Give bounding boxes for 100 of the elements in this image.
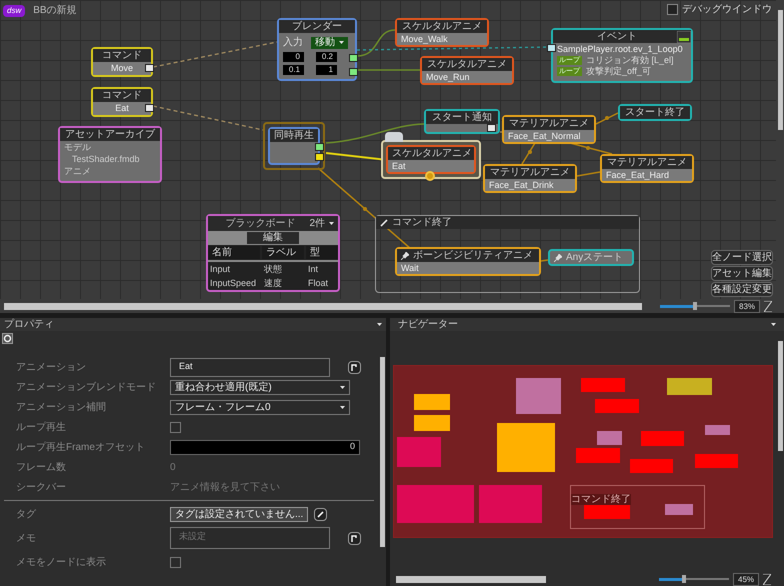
app-logo: dsw [3, 4, 26, 16]
caret-icon[interactable] [377, 323, 382, 326]
animation-node[interactable]: スケルタルアニメ Move_Walk [395, 18, 489, 47]
pencil-icon [380, 218, 388, 226]
edit-button[interactable]: 編集 [247, 232, 299, 244]
property-label: シークバー [15, 480, 67, 494]
pick-button[interactable] [348, 360, 361, 374]
fit-view-icon[interactable] [763, 574, 772, 584]
input-dropdown[interactable]: 移動 [311, 36, 348, 48]
node-title: マテリアルアニメ [602, 156, 692, 169]
value-field[interactable]: 1 [316, 65, 337, 75]
node-title: Anyステート [566, 251, 624, 264]
port-icon[interactable] [145, 104, 154, 112]
node-text: アニメ [63, 165, 92, 177]
dropdown[interactable]: 重ね合わせ適用(既定) [170, 380, 350, 394]
command-node[interactable]: コマンド Eat [91, 87, 153, 117]
notify-node[interactable]: スタート通知 [424, 109, 500, 134]
zoom-slider[interactable] [659, 575, 729, 583]
node-value: Move [93, 62, 151, 75]
tag-button[interactable]: タグは設定されていません... [170, 506, 308, 522]
node-title: マテリアルアニメ [504, 117, 594, 130]
connector-line [596, 112, 618, 125]
node-title: スケルタルアニメ [397, 20, 487, 33]
blender-node[interactable]: ブレンダー 入力 移動 0 0.2 0.1 1 [277, 18, 357, 81]
property-label: アニメーション [15, 360, 87, 374]
pencil-icon [317, 510, 324, 518]
column-header: 名前 [208, 246, 260, 259]
command-node[interactable]: コマンド Move [91, 47, 153, 77]
animation-node[interactable]: スケルタルアニメ Move_Run [420, 56, 514, 85]
node-title: スケルタルアニメ [388, 147, 474, 160]
property-value: 0 [170, 460, 176, 474]
event-row-text: コリジョン有効 [L_el] [586, 55, 674, 66]
node-value: Face_Eat_Normal [504, 130, 594, 142]
node-title: ブレンダー [279, 20, 355, 33]
table-cell-text: 速度 [263, 277, 283, 290]
count-label: 2件 [309, 217, 325, 231]
table-cell-text: Float [307, 277, 330, 290]
zoom-slider[interactable] [660, 302, 730, 310]
node-title: スタート通知 [426, 111, 498, 124]
port-icon[interactable] [145, 64, 154, 72]
node-value: Eat [93, 102, 151, 115]
port-icon[interactable] [547, 44, 556, 52]
minimap[interactable]: コマンド終了 [393, 365, 773, 538]
number-field[interactable]: 0 [170, 440, 360, 454]
animation-node[interactable]: ボーンビジビリティアニメ Wait [395, 247, 541, 276]
joint-dot [363, 207, 367, 211]
caret-icon [339, 41, 344, 44]
node-title: 同時再生 [270, 129, 318, 142]
node-value: Face_Eat_Drink [485, 179, 575, 191]
vertical-scrollbar[interactable] [778, 341, 782, 451]
animation-node[interactable]: マテリアルアニメ Face_Eat_Hard [600, 154, 694, 183]
canvas-button[interactable]: 各種設定変更 [711, 282, 773, 297]
port-icon[interactable] [487, 124, 496, 132]
canvas-button[interactable]: アセット編集 [711, 266, 773, 281]
sort-icon[interactable] [2, 332, 13, 344]
animation-node[interactable]: マテリアルアニメ Face_Eat_Drink [483, 164, 577, 193]
asset-node[interactable]: アセットアーカイブ モデル TestShader.fmdb アニメ [58, 126, 162, 183]
zoom-readout: 45% [733, 572, 760, 586]
graph-canvas[interactable] [0, 0, 776, 299]
column-header: 型 [306, 246, 338, 259]
value-field[interactable]: 0 [283, 52, 304, 62]
vertical-scrollbar[interactable] [380, 357, 384, 547]
property-label: タグ [15, 508, 37, 522]
node-title: コマンド [93, 49, 151, 62]
table-cell-text: InputSpeed [209, 277, 258, 290]
fit-view-icon[interactable] [764, 300, 772, 312]
caret-icon[interactable] [771, 323, 776, 326]
node-value: Face_Eat_Hard [602, 169, 692, 181]
column-header: ラベル [262, 246, 304, 259]
checkbox[interactable] [170, 556, 181, 568]
horizontal-scrollbar[interactable] [4, 302, 642, 310]
connector-line [357, 69, 420, 71]
group-title: コマンド終了 [392, 216, 452, 230]
joint-dot [605, 116, 609, 120]
value-field[interactable]: 0.2 [316, 52, 337, 62]
dropper-icon [351, 534, 358, 542]
node-value: SamplePlayer.root.ev_1_Loop0 [556, 43, 684, 55]
caret-icon [329, 222, 334, 225]
pin-icon [401, 252, 409, 260]
edit-button[interactable] [314, 508, 328, 520]
node-title: マテリアルアニメ [485, 166, 575, 179]
checkbox[interactable] [170, 422, 181, 432]
horizontal-scrollbar[interactable] [396, 576, 546, 582]
connector-line [540, 259, 548, 262]
pick-button[interactable] [348, 532, 361, 544]
property-label: メモ [15, 532, 37, 546]
zoom-readout: 83% [734, 300, 760, 312]
value-field[interactable]: 0.1 [283, 65, 304, 75]
blackboard-panel[interactable]: ブラックボード 2件 編集 名前 ラベル 型 Input 状態 Int InputSpeed 速度 Float [206, 214, 340, 292]
animation-node[interactable]: スケルタルアニメ Eat [386, 145, 476, 174]
slider-thumb[interactable] [682, 575, 686, 583]
dropdown[interactable]: フレーム・フレーム0 [170, 400, 350, 414]
slider-thumb[interactable] [693, 302, 698, 310]
vertical-scrollbar[interactable] [778, 10, 782, 130]
animation-node[interactable]: マテリアルアニメ Face_Eat_Normal [502, 115, 596, 144]
caret-icon [340, 386, 345, 388]
text-field[interactable]: Eat [170, 358, 330, 376]
table-cell-text: Int [307, 263, 320, 276]
checkbox[interactable] [667, 4, 678, 15]
canvas-button[interactable]: 全ノード選択 [711, 250, 773, 265]
